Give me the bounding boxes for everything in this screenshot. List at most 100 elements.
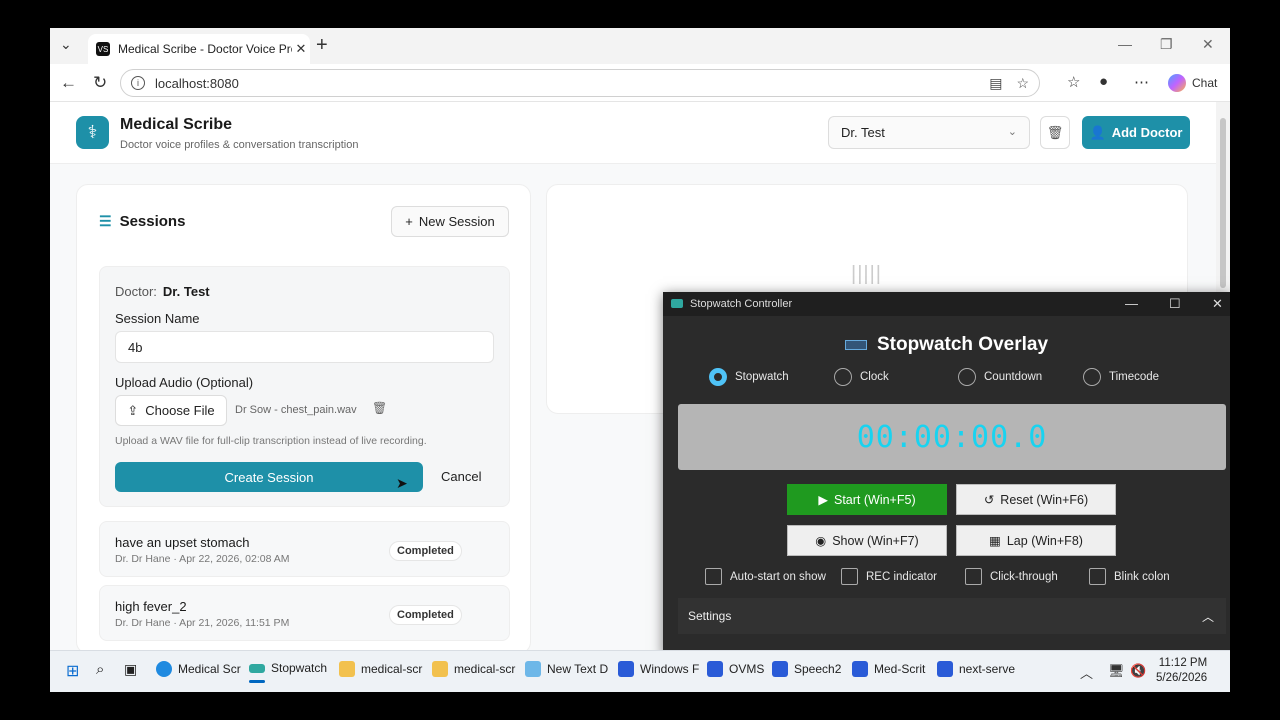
stopwatch-icon (249, 663, 265, 673)
favorites-icon[interactable]: ☆ (1067, 73, 1080, 91)
new-session-button[interactable]: + New Session (391, 206, 509, 237)
new-tab-icon[interactable]: + (316, 34, 328, 57)
choose-file-label: Choose File (145, 403, 215, 418)
copilot-chat-button[interactable]: Chat (1168, 74, 1217, 92)
volume-muted-icon[interactable]: 🔇 (1130, 663, 1146, 679)
taskbar-app-terminal[interactable]: Windows F (618, 661, 699, 677)
restore-icon[interactable]: ❐ (1160, 36, 1173, 53)
taskbar-app-label: medical-scr (454, 662, 516, 676)
taskbar-app-terminal[interactable]: Med-Scrit (852, 661, 925, 677)
sessions-panel: ☰ Sessions + New Session Doctor: Dr. Test… (76, 184, 531, 654)
stopwatch-close-icon[interactable]: ✕ (1212, 296, 1223, 312)
mouse-cursor-icon: ➤ (396, 475, 408, 491)
delete-doctor-button[interactable]: 🗑 (1040, 116, 1070, 149)
remove-file-trash-icon[interactable]: 🗑 (372, 401, 387, 415)
session-list-item[interactable]: high fever_2 Dr. Dr Hane · Apr 21, 2026,… (99, 585, 510, 641)
radio-icon (958, 368, 976, 386)
copilot-icon (1168, 74, 1186, 92)
mode-radio-stopwatch[interactable]: Stopwatch (709, 368, 789, 386)
taskbar-app-notepad[interactable]: New Text D (525, 661, 608, 677)
stopwatch-app-icon (671, 299, 683, 308)
blink-colon-checkbox[interactable]: Blink colon (1089, 568, 1170, 585)
sessions-heading: ☰ Sessions (99, 213, 185, 230)
favorite-star-icon[interactable]: ☆ (1016, 75, 1029, 92)
taskbar-app-terminal[interactable]: next-serve (937, 661, 1015, 677)
stopwatch-window-title: Stopwatch Controller (690, 298, 793, 310)
mode-radio-countdown[interactable]: Countdown (958, 368, 1042, 386)
search-icon[interactable]: ⌕ (96, 661, 104, 678)
taskbar-clock[interactable]: 11:12 PM 5/26/2026 (1156, 656, 1207, 686)
reset-button[interactable]: ↺ Reset (Win+F6) (956, 484, 1116, 515)
mode-radio-timecode[interactable]: Timecode (1083, 368, 1159, 386)
flag-icon: ▦ (989, 534, 1001, 548)
new-session-form: Doctor: Dr. Test Session Name 4b Upload A… (99, 266, 510, 507)
session-name-input[interactable]: 4b (115, 331, 494, 363)
taskbar-app-stopwatch[interactable]: Stopwatch (249, 661, 327, 683)
taskbar-app-folder[interactable]: medical-scr (432, 661, 515, 677)
session-list-item[interactable]: have an upset stomach Dr. Dr Hane · Apr … (99, 521, 510, 577)
tray-chevron-up-icon[interactable]: ︿ (1080, 663, 1093, 682)
address-bar[interactable]: i localhost:8080 ▤ ☆ (120, 69, 1040, 97)
back-icon[interactable]: ← (60, 73, 77, 93)
start-label: Start (Win+F5) (834, 492, 916, 507)
choose-file-button[interactable]: ⇪ Choose File (115, 395, 227, 426)
minimize-icon[interactable]: — (1118, 36, 1132, 52)
status-badge: Completed (389, 605, 462, 625)
taskbar: ⊞ ⌕ ▣ Medical Scr Stopwatch medical-scr … (50, 650, 1230, 692)
stopwatch-minimize-icon[interactable]: — (1125, 296, 1138, 311)
clock-date: 5/26/2026 (1156, 672, 1208, 684)
stopwatch-titlebar[interactable]: Stopwatch Controller — ☐ ✕ (663, 292, 1230, 316)
taskbar-app-terminal[interactable]: Speech2 (772, 661, 841, 677)
browser-tab-bar: ⌄ VS Medical Scribe - Doctor Voice Prof … (50, 28, 1230, 64)
taskbar-app-terminal[interactable]: OVMS (707, 661, 764, 677)
click-through-checkbox[interactable]: Click-through (965, 568, 1058, 585)
taskbar-app-label: OVMS (729, 662, 765, 676)
reader-mode-icon[interactable]: ▤ (989, 75, 1002, 92)
task-view-icon[interactable]: ▣ (124, 661, 137, 678)
notepad-icon (525, 661, 541, 677)
profile-avatar-icon[interactable]: ● (1099, 73, 1108, 90)
lap-button[interactable]: ▦ Lap (Win+F8) (956, 525, 1116, 556)
radio-icon (834, 368, 852, 386)
start-menu-icon[interactable]: ⊞ (66, 661, 79, 681)
scrollbar-thumb[interactable] (1220, 118, 1226, 288)
user-plus-icon: 👤 (1089, 124, 1106, 140)
settings-expander[interactable]: Settings ︿ (678, 598, 1226, 634)
show-button[interactable]: ◉ Show (Win+F7) (787, 525, 947, 556)
taskbar-app-label: medical-scr (361, 662, 423, 676)
option-label: Auto-start on show (730, 570, 826, 583)
browser-tab[interactable]: VS Medical Scribe - Doctor Voice Prof ✕ (88, 34, 310, 64)
close-window-icon[interactable]: ✕ (1202, 36, 1214, 53)
mode-radio-group: Stopwatch Clock Countdown Timecode (663, 368, 1230, 388)
tab-list-chevron-icon[interactable]: ⌄ (60, 36, 72, 53)
cancel-button[interactable]: Cancel (441, 469, 481, 484)
mode-radio-clock[interactable]: Clock (834, 368, 889, 386)
taskbar-app-edge[interactable]: Medical Scr (156, 661, 241, 677)
more-menu-icon[interactable]: ⋯ (1134, 73, 1149, 91)
doctor-line: Doctor: Dr. Test (115, 284, 210, 299)
reload-icon[interactable]: ↻ (93, 73, 107, 93)
taskbar-app-folder[interactable]: medical-scr (339, 661, 422, 677)
stopwatch-maximize-icon[interactable]: ☐ (1169, 296, 1181, 312)
radio-selected-icon (709, 368, 727, 386)
rec-indicator-checkbox[interactable]: REC indicator (841, 568, 937, 585)
edge-icon (156, 661, 172, 677)
mode-label: Timecode (1109, 371, 1160, 383)
app-subtitle: Doctor voice profiles & conversation tra… (120, 139, 359, 151)
reset-label: Reset (Win+F6) (1000, 492, 1089, 507)
create-session-button[interactable]: Create Session (115, 462, 423, 492)
site-info-icon[interactable]: i (131, 76, 145, 90)
taskbar-app-label: next-serve (959, 662, 1016, 676)
add-doctor-button[interactable]: 👤 Add Doctor (1082, 116, 1190, 149)
lap-label: Lap (Win+F8) (1006, 533, 1083, 548)
list-icon: ☰ (99, 213, 112, 229)
doctor-select[interactable]: Dr. Test ⌄ (828, 116, 1030, 149)
start-button[interactable]: ▶ Start (Win+F5) (787, 484, 947, 515)
session-name-label: Session Name (115, 311, 200, 326)
auto-start-checkbox[interactable]: Auto-start on show (705, 568, 826, 585)
folder-icon (339, 661, 355, 677)
reset-icon: ↺ (983, 493, 995, 507)
chevron-up-icon: ︿ (1201, 610, 1214, 624)
tab-close-icon[interactable]: ✕ (292, 41, 310, 57)
network-icon[interactable]: 🖥 (1108, 663, 1125, 679)
